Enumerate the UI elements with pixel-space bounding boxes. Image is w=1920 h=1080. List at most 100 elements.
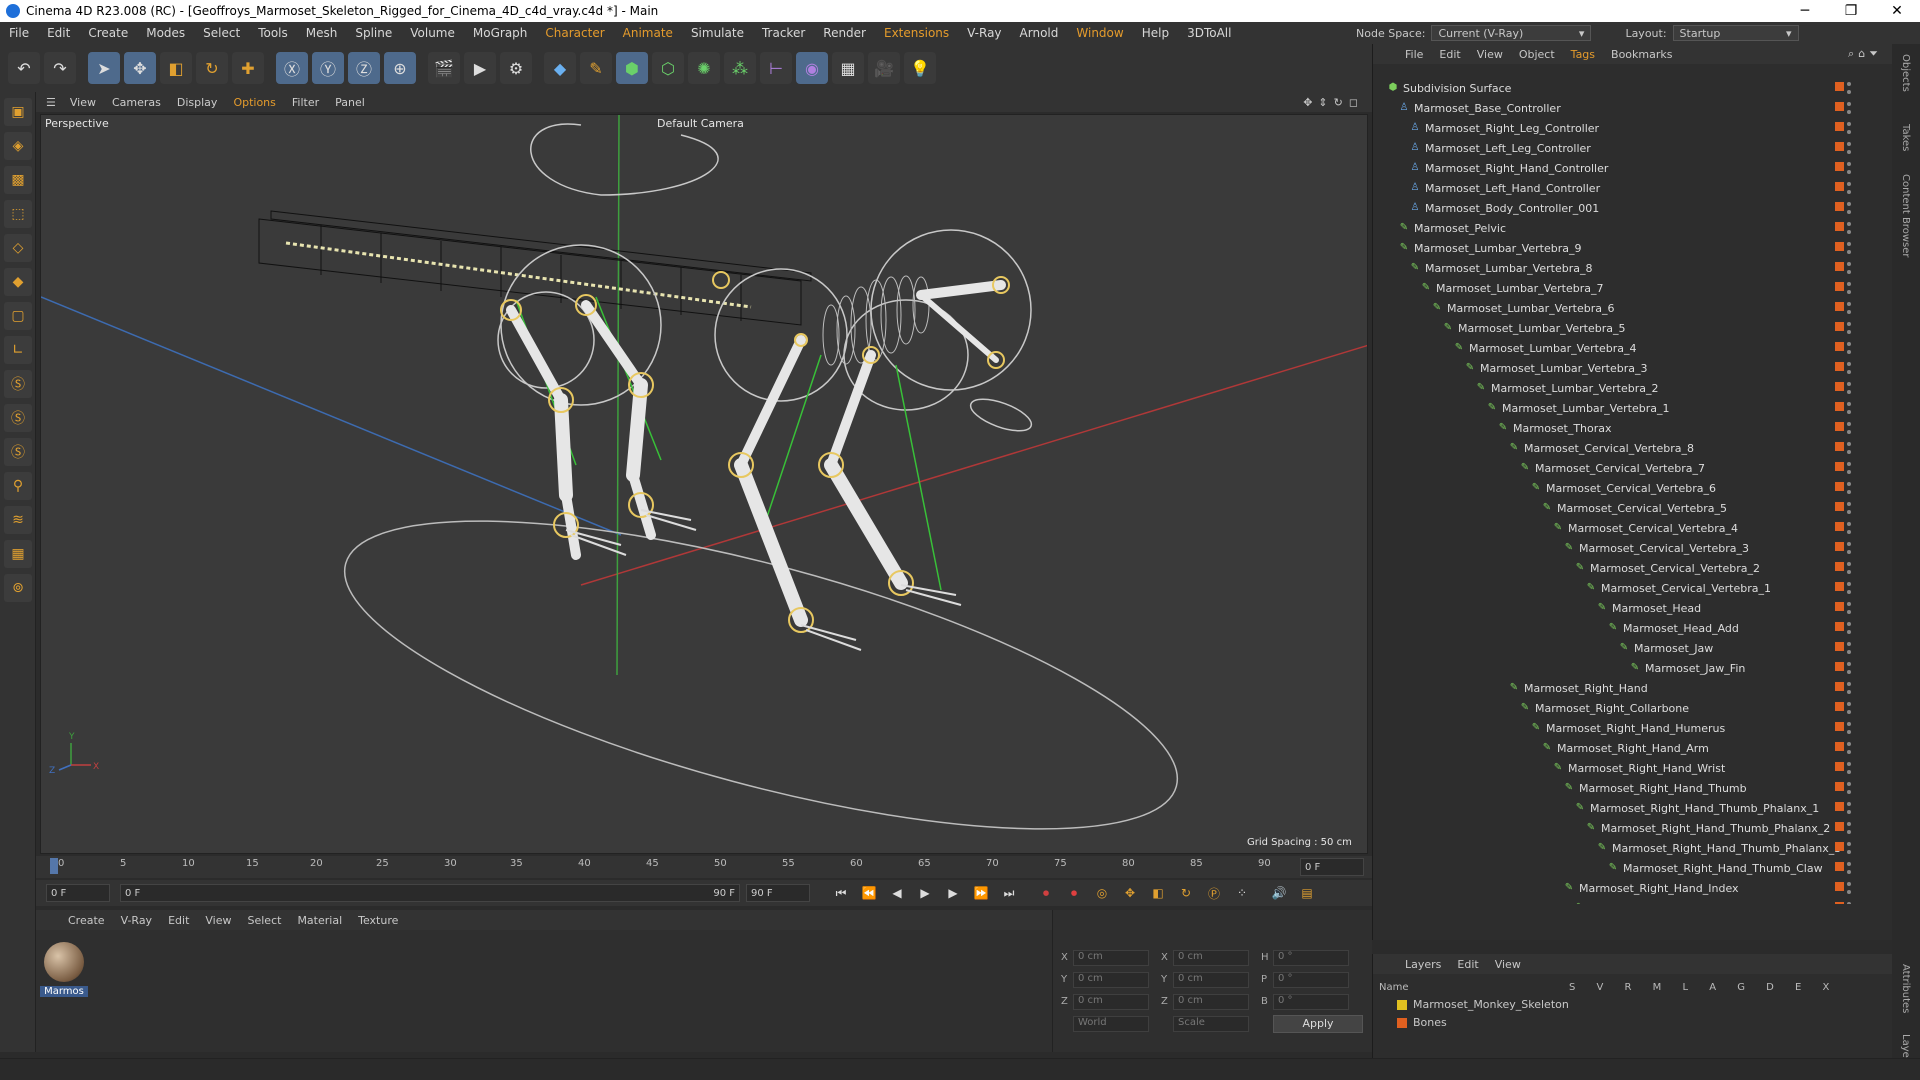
object-tree-row[interactable]: ✎ Marmoset_Lumbar_Vertebra_6	[1373, 298, 1893, 318]
object-tree-row[interactable]: ✎ Marmoset_Cervical_Vertebra_6	[1373, 478, 1893, 498]
menu-volume[interactable]: Volume	[401, 26, 464, 40]
layers-menu-edit[interactable]: Edit	[1449, 958, 1486, 971]
layers-menu-layers[interactable]: Layers	[1397, 958, 1449, 971]
visibility-dots-icon[interactable]	[1847, 422, 1851, 434]
object-tree-row[interactable]: ✎ Marmoset_Right_Hand	[1373, 678, 1893, 698]
object-tree-row[interactable]: ✎ Marmoset_Cervical_Vertebra_3	[1373, 538, 1893, 558]
menu-render[interactable]: Render	[814, 26, 875, 40]
object-tree-row[interactable]: ✎ Marmoset_Lumbar_Vertebra_1	[1373, 398, 1893, 418]
layer-color-icon[interactable]	[1835, 242, 1844, 251]
menu-modes[interactable]: Modes	[137, 26, 194, 40]
rotation-h-field[interactable]: 0 °	[1273, 950, 1349, 966]
x-axis-icon[interactable]: Ⓧ	[276, 52, 308, 84]
object-tree-row[interactable]: ✎ Marmoset_Lumbar_Vertebra_7	[1373, 278, 1893, 298]
visibility-dots-icon[interactable]	[1847, 662, 1851, 674]
object-tree-row[interactable]: ✎ Marmoset_Jaw	[1373, 638, 1893, 658]
material-menu-texture[interactable]: Texture	[350, 914, 406, 927]
object-tree-row[interactable]: ✎ Marmoset_Head_Add	[1373, 618, 1893, 638]
subdivision-icon[interactable]: ⬢	[616, 52, 648, 84]
field-icon[interactable]: ◉	[796, 52, 828, 84]
rotation-b-field[interactable]: 0 °	[1273, 994, 1349, 1010]
material-preview-ball[interactable]	[44, 942, 84, 982]
objects-menu-file[interactable]: File	[1397, 48, 1431, 61]
visibility-dots-icon[interactable]	[1847, 482, 1851, 494]
visibility-dots-icon[interactable]	[1847, 122, 1851, 134]
object-tree-row[interactable]: ✎ Marmoset_Lumbar_Vertebra_3	[1373, 358, 1893, 378]
axis-mode-icon[interactable]: ∟	[4, 336, 32, 364]
object-tree-row[interactable]: ✎ Marmoset_Right_Hand_Index_Phalanx_1	[1373, 898, 1893, 904]
layer-color-icon[interactable]	[1835, 382, 1844, 391]
apply-button[interactable]: Apply	[1273, 1015, 1363, 1033]
pen-spline-icon[interactable]: ✎	[580, 52, 612, 84]
visibility-dots-icon[interactable]	[1847, 462, 1851, 474]
y-axis-icon[interactable]: Ⓨ	[312, 52, 344, 84]
position-y-field[interactable]: 0 cm	[1073, 972, 1149, 988]
visibility-dots-icon[interactable]	[1847, 722, 1851, 734]
visibility-dots-icon[interactable]	[1847, 102, 1851, 114]
object-tree-row[interactable]: ✎ Marmoset_Cervical_Vertebra_4	[1373, 518, 1893, 538]
visibility-dots-icon[interactable]	[1847, 542, 1851, 554]
visibility-dots-icon[interactable]	[1847, 502, 1851, 514]
visibility-dots-icon[interactable]	[1847, 562, 1851, 574]
extrude-icon[interactable]: ⬡	[652, 52, 684, 84]
object-tree-row[interactable]: ✎ Marmoset_Right_Hand_Thumb_Phalanx_1	[1373, 798, 1893, 818]
object-tree-row[interactable]: ✎ Marmoset_Right_Hand_Humerus	[1373, 718, 1893, 738]
menu-extensions[interactable]: Extensions	[875, 26, 958, 40]
make-editable-icon[interactable]: ▣	[4, 98, 32, 126]
layer-color-icon[interactable]	[1835, 622, 1844, 631]
rotation-p-field[interactable]: 0 °	[1273, 972, 1349, 988]
key-parameter-icon[interactable]: Ⓟ	[1203, 883, 1225, 903]
tab-attributes[interactable]: Attributes	[1900, 964, 1911, 1013]
key-scale-icon[interactable]: ◧	[1147, 883, 1169, 903]
floor-icon[interactable]: ▦	[832, 52, 864, 84]
layer-color-icon[interactable]	[1835, 522, 1844, 531]
visibility-dots-icon[interactable]	[1847, 902, 1851, 904]
go-to-start-icon[interactable]: ⏮	[830, 883, 852, 903]
object-tree-row[interactable]: ✎ Marmoset_Cervical_Vertebra_8	[1373, 438, 1893, 458]
visibility-dots-icon[interactable]	[1847, 882, 1851, 894]
undo-icon[interactable]: ↶	[8, 52, 40, 84]
menu-window[interactable]: Window	[1067, 26, 1132, 40]
material-menu-edit[interactable]: Edit	[160, 914, 197, 927]
grid-locked-icon[interactable]: ▦	[4, 540, 32, 568]
object-tree-row[interactable]: ✎ Marmoset_Right_Hand_Thumb_Claw	[1373, 858, 1893, 878]
layer-color-icon[interactable]	[1835, 842, 1844, 851]
layer-color-icon[interactable]	[1835, 762, 1844, 771]
visibility-dots-icon[interactable]	[1847, 602, 1851, 614]
node-space-dropdown[interactable]: Current (V-Ray) ▾	[1431, 25, 1592, 41]
layer-color-icon[interactable]	[1835, 142, 1844, 151]
visibility-dots-icon[interactable]	[1847, 402, 1851, 414]
deformer-icon[interactable]: ⁂	[724, 52, 756, 84]
material-menu-material[interactable]: Material	[289, 914, 350, 927]
layer-color-icon[interactable]	[1835, 182, 1844, 191]
viewport-nav-icons[interactable]: ✥⇕↻◻	[1303, 96, 1364, 109]
solo-icon[interactable]: ⊚	[4, 574, 32, 602]
layer-color-icon[interactable]	[1835, 542, 1844, 551]
record-icon[interactable]: ⏺	[1035, 883, 1057, 903]
object-tree-row[interactable]: ✎ Marmoset_Right_Hand_Wrist	[1373, 758, 1893, 778]
visibility-dots-icon[interactable]	[1847, 682, 1851, 694]
object-tree-row[interactable]: ✎ Marmoset_Right_Collarbone	[1373, 698, 1893, 718]
visibility-dots-icon[interactable]	[1847, 742, 1851, 754]
position-z-field[interactable]: 0 cm	[1073, 994, 1149, 1010]
menu-mesh[interactable]: Mesh	[297, 26, 347, 40]
menu-tools[interactable]: Tools	[249, 26, 297, 40]
object-tree-row[interactable]: ✎ Marmoset_Lumbar_Vertebra_4	[1373, 338, 1893, 358]
object-tree-row[interactable]: ✎ Marmoset_Right_Hand_Thumb_Phalanx_3	[1373, 838, 1893, 858]
move-icon[interactable]: ✥	[124, 52, 156, 84]
visibility-dots-icon[interactable]	[1847, 622, 1851, 634]
layer-color-icon[interactable]	[1835, 662, 1844, 671]
coordinate-system-icon[interactable]: ⊕	[384, 52, 416, 84]
layer-color-icon[interactable]	[1835, 862, 1844, 871]
layer-color-swatch[interactable]	[1397, 999, 1407, 1010]
layer-color-icon[interactable]	[1835, 102, 1844, 111]
layer-color-icon[interactable]	[1835, 362, 1844, 371]
viewport-menu-cameras[interactable]: Cameras	[104, 96, 169, 109]
visibility-dots-icon[interactable]	[1847, 302, 1851, 314]
layer-color-swatch[interactable]	[1397, 1017, 1407, 1028]
size-mode-dropdown[interactable]: Scale	[1173, 1016, 1249, 1032]
current-frame-field[interactable]: 0 F	[46, 884, 110, 902]
layer-color-icon[interactable]	[1835, 822, 1844, 831]
viewport-camera-label[interactable]: Default Camera	[657, 117, 744, 130]
uv-mode-icon[interactable]: ▢	[4, 302, 32, 330]
